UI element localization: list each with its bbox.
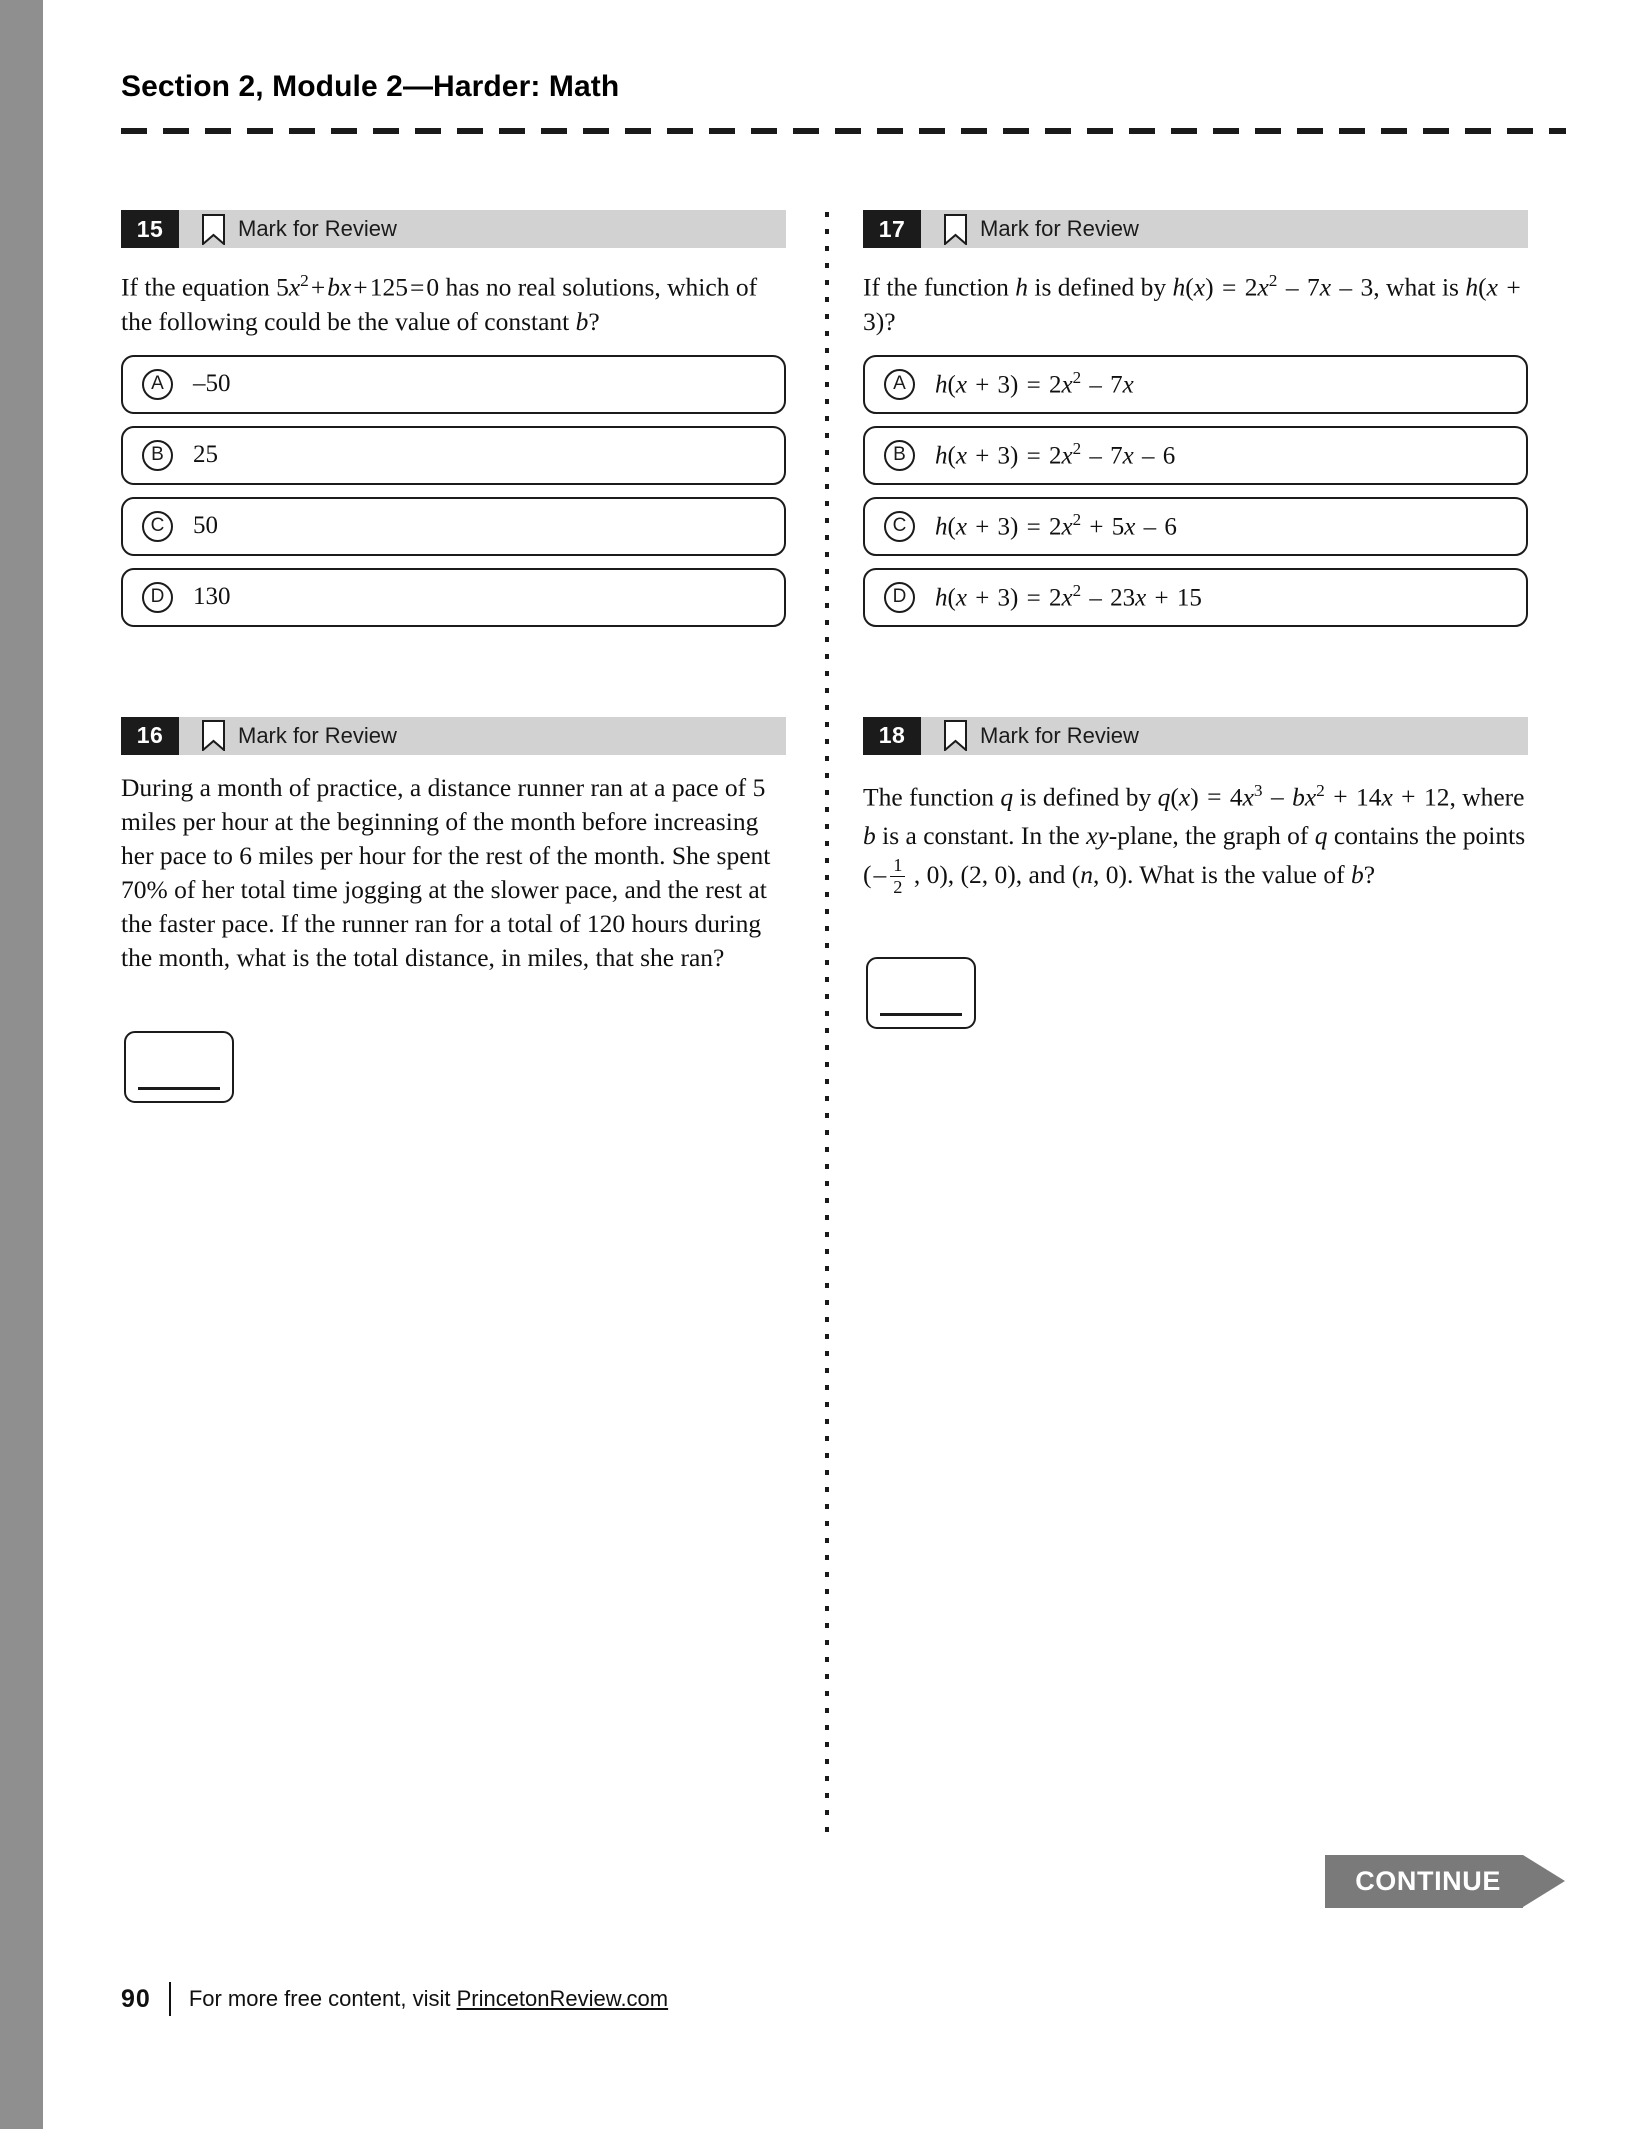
princeton-review-link[interactable]: PrincetonReview.com — [457, 1986, 669, 2011]
question-spacer — [121, 639, 786, 717]
footer-text: For more free content, visit PrincetonRe… — [189, 1986, 668, 2012]
question-spacer — [863, 639, 1528, 717]
bookmark-icon[interactable] — [943, 717, 969, 755]
choice-bubble-b: B — [142, 439, 173, 471]
choice-bubble-b: B — [884, 439, 915, 471]
choice-17-a[interactable]: A h(x + 3) = 2x2 – 7x — [863, 354, 1528, 414]
choice-bubble-a: A — [884, 368, 915, 400]
mark-for-review-label-16[interactable]: Mark for Review — [238, 717, 397, 755]
question-16-stem: During a month of practice, a distance r… — [121, 772, 771, 972]
choice-bubble-a: A — [142, 368, 173, 400]
page-sheet: Section 2, Module 2—Harder: Math 15 Mark… — [43, 0, 1640, 2129]
page-number: 90 — [121, 1984, 151, 2013]
question-15-choices: A –50 B 25 C 50 D 130 — [121, 354, 786, 627]
question-16: 16 Mark for Review During a month of pra… — [121, 716, 786, 1103]
header-dashed-rule — [121, 128, 1566, 134]
question-17-stem: If the function h is defined by h(x) = 2… — [863, 271, 1521, 336]
choice-17-c-text: h(x + 3) = 2x2 + 5x – 6 — [935, 510, 1177, 541]
answer-input-16[interactable] — [124, 1030, 234, 1103]
question-18-answer-area — [866, 957, 1528, 1029]
question-15-stem: If the equation 5x2+bx+125=0 has no real… — [121, 271, 758, 336]
choice-15-a[interactable]: A –50 — [121, 354, 786, 414]
question-15-number: 15 — [121, 210, 179, 248]
question-17: 17 Mark for Review If the function h is … — [863, 210, 1528, 627]
question-16-header: 16 Mark for Review — [121, 716, 786, 755]
choice-15-c[interactable]: C 50 — [121, 496, 786, 556]
choice-bubble-d: D — [142, 581, 173, 613]
choice-17-b-text: h(x + 3) = 2x2 – 7x – 6 — [935, 439, 1176, 470]
choice-17-a-text: h(x + 3) = 2x2 – 7x — [935, 368, 1134, 399]
question-17-header: 17 Mark for Review — [863, 210, 1528, 248]
footer-prefix: For more free content, visit — [188, 1986, 457, 2011]
page-footer: 90 For more free content, visit Princeto… — [121, 1982, 668, 2016]
choice-bubble-c: C — [884, 510, 915, 542]
question-18: 18 Mark for Review The function q is def… — [863, 716, 1528, 1029]
right-column: 17 Mark for Review If the function h is … — [863, 210, 1528, 1029]
choice-15-b[interactable]: B 25 — [121, 425, 786, 485]
continue-banner[interactable]: CONTINUE — [1325, 1855, 1565, 1908]
question-18-stem: The function q is defined by q(x) = 4x3 … — [863, 780, 1526, 897]
continue-label: CONTINUE — [1325, 1855, 1523, 1908]
choice-bubble-d: D — [884, 581, 915, 613]
choice-15-a-text: –50 — [193, 370, 231, 397]
arrow-right-icon — [1523, 1855, 1565, 1907]
answer-input-18[interactable] — [866, 957, 976, 1029]
choice-bubble-c: C — [142, 510, 173, 542]
question-16-number: 16 — [121, 716, 179, 755]
question-18-header: 18 Mark for Review — [863, 716, 1528, 755]
footer-divider — [168, 1982, 171, 2016]
question-18-number: 18 — [863, 716, 921, 755]
choice-17-d[interactable]: D h(x + 3) = 2x2 – 23x + 15 — [863, 567, 1528, 627]
choice-15-d-text: 130 — [193, 583, 231, 610]
question-16-answer-area — [124, 1030, 786, 1103]
column-divider — [825, 212, 829, 1834]
bookmark-icon[interactable] — [201, 210, 227, 248]
question-17-choices: A h(x + 3) = 2x2 – 7x B h(x + 3) = 2x2 –… — [863, 354, 1528, 627]
exam-page: Section 2, Module 2—Harder: Math 15 Mark… — [0, 0, 1640, 2129]
choice-17-d-text: h(x + 3) = 2x2 – 23x + 15 — [935, 581, 1202, 612]
question-15-header: 15 Mark for Review — [121, 210, 786, 248]
left-column: 15 Mark for Review If the equation 5x2+b… — [121, 210, 786, 1103]
choice-15-c-text: 50 — [193, 512, 218, 539]
running-head: Section 2, Module 2—Harder: Math — [121, 70, 620, 103]
page-margin-bar — [0, 0, 43, 2129]
choice-17-c[interactable]: C h(x + 3) = 2x2 + 5x – 6 — [863, 496, 1528, 556]
question-17-number: 17 — [863, 210, 921, 248]
mark-for-review-label-18[interactable]: Mark for Review — [980, 717, 1139, 755]
bookmark-icon[interactable] — [943, 210, 969, 248]
choice-17-b[interactable]: B h(x + 3) = 2x2 – 7x – 6 — [863, 425, 1528, 485]
mark-for-review-label-15[interactable]: Mark for Review — [238, 210, 397, 248]
bookmark-icon[interactable] — [201, 717, 227, 755]
question-15: 15 Mark for Review If the equation 5x2+b… — [121, 210, 786, 627]
choice-15-d[interactable]: D 130 — [121, 567, 786, 627]
choice-15-b-text: 25 — [193, 441, 218, 468]
mark-for-review-label-17[interactable]: Mark for Review — [980, 210, 1139, 248]
